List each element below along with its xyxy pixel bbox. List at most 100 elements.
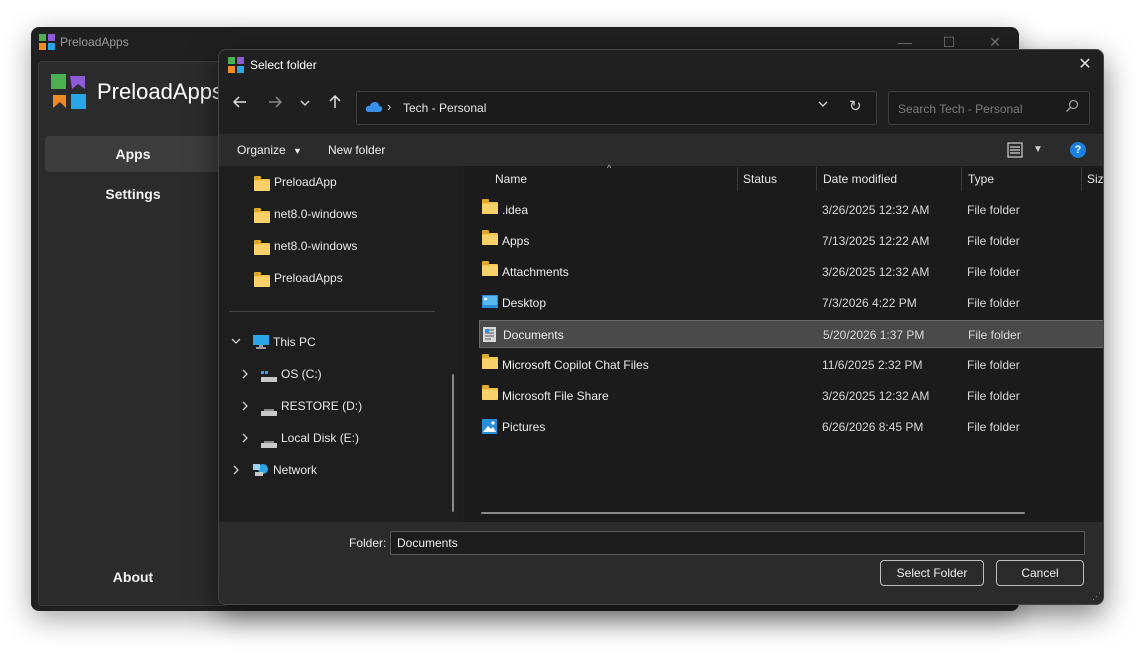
dialog-footer: Folder: Documents Select Folder Cancel ⋰	[219, 522, 1103, 604]
view-dropdown-icon[interactable]: ▼	[1033, 144, 1043, 155]
drive-icon	[261, 403, 277, 423]
expand-chevron-right-icon[interactable]	[240, 433, 250, 446]
column-divider[interactable]	[737, 167, 738, 191]
file-row-copilot-chat-files[interactable]: Microsoft Copilot Chat Files 11/6/2025 2…	[479, 351, 1103, 379]
os-drive-icon	[261, 369, 277, 389]
folder-icon	[254, 208, 270, 229]
folder-icon	[482, 354, 498, 372]
back-arrow-icon[interactable]	[228, 93, 252, 117]
column-header-type[interactable]: Type	[968, 166, 994, 192]
row-name: .idea	[502, 203, 529, 217]
cancel-button[interactable]: Cancel	[996, 560, 1084, 586]
row-name: Pictures	[502, 420, 546, 434]
breadcrumb-separator-icon: ›	[387, 99, 392, 114]
view-details-icon[interactable]	[1007, 142, 1023, 162]
file-list: ^ Name Status Date modified Type Siz .id…	[464, 163, 1103, 522]
row-date: 7/13/2025 12:22 AM	[822, 234, 930, 248]
up-arrow-icon[interactable]	[323, 93, 347, 117]
navigation-bar: › Tech - Personal ↻ Search Tech - Person…	[219, 81, 1103, 133]
file-list-scrollbar[interactable]	[481, 512, 1025, 514]
tree-divider	[229, 311, 435, 312]
address-dropdown-icon[interactable]	[817, 98, 829, 113]
documents-icon	[483, 327, 497, 346]
file-row-pictures[interactable]: Pictures 6/26/2026 8:45 PM File folder	[479, 413, 1103, 441]
folder-icon	[254, 240, 270, 261]
drive-icon	[261, 435, 277, 455]
drive-label: RESTORE (D:)	[281, 399, 363, 413]
app-window-title: PreloadApps	[60, 35, 129, 49]
row-date: 7/3/2026 4:22 PM	[822, 296, 917, 310]
folder-icon	[482, 199, 498, 217]
file-row-attachments[interactable]: Attachments 3/26/2025 12:32 AM File fold…	[479, 258, 1103, 286]
row-date: 11/6/2025 2:32 PM	[822, 358, 923, 372]
column-divider[interactable]	[816, 167, 817, 191]
row-name: Desktop	[502, 296, 547, 310]
nav-about[interactable]: About	[45, 559, 221, 595]
organize-menu[interactable]: Organize ▼	[237, 143, 302, 157]
file-row-documents-selected[interactable]: Documents 5/20/2026 1:37 PM File folder	[479, 320, 1103, 348]
row-name: Apps	[502, 234, 530, 248]
row-type: File folder	[967, 296, 1020, 310]
tree-item-label: net8.0-windows	[274, 207, 358, 221]
row-type: File folder	[967, 203, 1020, 217]
file-row-apps[interactable]: Apps 7/13/2025 12:22 AM File folder	[479, 227, 1103, 255]
search-icon	[1065, 99, 1079, 116]
folder-icon	[254, 272, 270, 293]
column-header-size[interactable]: Siz	[1087, 166, 1103, 192]
column-header-status[interactable]: Status	[743, 166, 777, 192]
column-divider[interactable]	[961, 167, 962, 191]
nav-apps[interactable]: Apps	[45, 136, 221, 172]
column-divider[interactable]	[1081, 167, 1082, 191]
select-folder-button[interactable]: Select Folder	[880, 560, 984, 586]
tree-scrollbar[interactable]	[452, 374, 454, 512]
row-name: Microsoft File Share	[502, 389, 609, 403]
search-box[interactable]: Search Tech - Personal	[888, 91, 1090, 125]
drive-label: Local Disk (E:)	[281, 431, 360, 445]
dialog-titlebar: Select folder ✕	[219, 50, 1103, 80]
nav-settings[interactable]: Settings	[45, 176, 221, 212]
breadcrumb-tech-personal[interactable]: Tech - Personal	[403, 101, 486, 115]
folder-icon	[482, 230, 498, 248]
row-name: Documents	[503, 328, 564, 342]
onedrive-cloud-icon	[365, 101, 383, 116]
row-date: 3/26/2025 12:32 AM	[822, 203, 930, 217]
folder-input-value: Documents	[397, 536, 458, 550]
address-bar[interactable]: › Tech - Personal ↻	[356, 91, 877, 125]
expand-chevron-right-icon[interactable]	[240, 401, 250, 414]
expand-chevron-right-icon[interactable]	[231, 465, 241, 478]
resize-grip-icon[interactable]: ⋰	[1092, 591, 1101, 602]
pictures-icon	[482, 419, 497, 437]
forward-arrow-icon[interactable]	[263, 93, 287, 117]
row-type: File folder	[967, 265, 1020, 279]
recent-locations-chevron-icon[interactable]	[293, 93, 317, 117]
new-folder-button[interactable]: New folder	[328, 143, 385, 157]
select-folder-dialog: Select folder ✕ › Tech - Personal ↻ Sear…	[218, 49, 1104, 605]
row-date: 3/26/2025 12:32 AM	[822, 265, 930, 279]
column-header-name[interactable]: Name	[495, 166, 527, 192]
file-row-idea[interactable]: .idea 3/26/2025 12:32 AM File folder	[479, 196, 1103, 224]
tree-item-label: PreloadApp	[274, 175, 337, 189]
file-row-desktop[interactable]: Desktop 7/3/2026 4:22 PM File folder	[479, 289, 1103, 317]
search-placeholder[interactable]: Search Tech - Personal	[898, 102, 1023, 116]
this-pc-label: This PC	[273, 335, 316, 349]
network-label: Network	[273, 463, 318, 477]
expand-chevron-down-icon[interactable]	[231, 336, 241, 349]
tree-item-label: PreloadApps	[274, 271, 343, 285]
navigation-pane: PreloadApp net8.0-windows net8.0-windows…	[219, 166, 463, 522]
organize-label: Organize	[237, 143, 286, 157]
brand-title: PreloadApps	[97, 79, 223, 104]
expand-chevron-right-icon[interactable]	[240, 369, 250, 382]
dialog-title: Select folder	[250, 58, 317, 72]
brand-logo-icon	[51, 74, 87, 113]
help-icon[interactable]: ?	[1070, 142, 1086, 158]
tree-item-label: net8.0-windows	[274, 239, 358, 253]
computer-icon	[253, 335, 269, 355]
app-logo-icon	[39, 34, 55, 53]
column-header-date-modified[interactable]: Date modified	[823, 166, 897, 192]
row-type: File folder	[967, 389, 1020, 403]
network-icon	[253, 462, 269, 484]
file-row-file-share[interactable]: Microsoft File Share 3/26/2025 12:32 AM …	[479, 382, 1103, 410]
dialog-close-button[interactable]: ✕	[1073, 54, 1097, 76]
refresh-icon[interactable]: ↻	[849, 97, 862, 115]
folder-input[interactable]: Documents	[390, 531, 1085, 555]
